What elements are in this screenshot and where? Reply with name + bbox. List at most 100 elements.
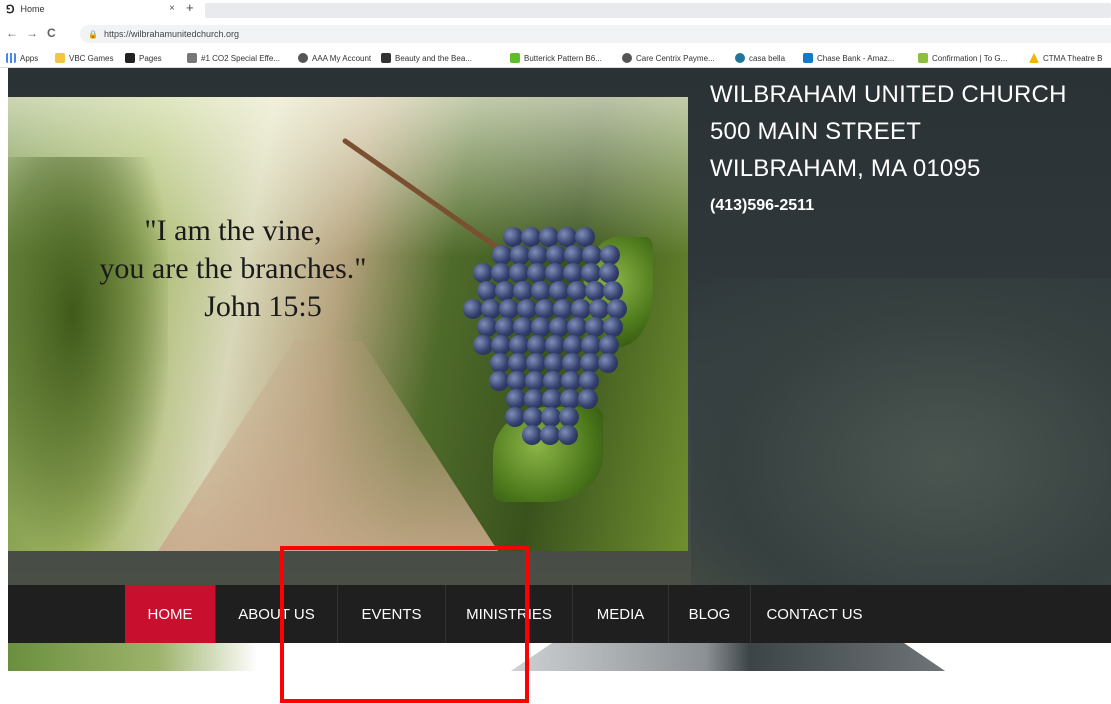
grape-berry [509, 263, 529, 283]
grape-berry [564, 245, 584, 265]
bookmark-aaa[interactable]: AAA My Account [298, 51, 371, 65]
page-content-preview [8, 643, 1111, 704]
grape-berry [540, 425, 560, 445]
grape-berry [524, 389, 544, 409]
bookmark-label: Chase Bank - Amaz... [817, 53, 895, 63]
grape-berry [526, 353, 546, 373]
quote-line-2: you are the branches." [99, 252, 367, 285]
grape-berry [527, 335, 547, 355]
grape-berry [560, 389, 580, 409]
banner-path [158, 341, 498, 551]
grape-berry [549, 281, 569, 301]
grape-berry [558, 425, 578, 445]
grape-berry [539, 227, 559, 247]
grape-berry [499, 299, 519, 319]
grape-berry [553, 299, 573, 319]
forward-arrow-icon[interactable]: → [26, 26, 38, 40]
nav-contact-us[interactable]: CONTACT US [751, 585, 878, 643]
grape-berry [563, 335, 583, 355]
bookmark-label: casa bella [749, 53, 786, 63]
globe-icon [622, 53, 632, 63]
grape-berry [544, 353, 564, 373]
bookmark-chase[interactable]: Chase Bank - Amaz... [803, 51, 894, 65]
grape-berry [477, 281, 497, 301]
church-name: WILBRAHAM UNITED CHURCH [710, 81, 1067, 108]
hero-section: "I am the vine, you are the branches." J… [8, 68, 1111, 585]
scripture-quote: "I am the vine, you are the branches." J… [68, 212, 398, 326]
grape-berry [599, 263, 619, 283]
grape-berry [578, 389, 598, 409]
grape-berry [545, 335, 565, 355]
quote-reference: John 15:5 [204, 290, 322, 323]
bookmark-label: Care Centrix Payme... [636, 53, 715, 63]
grape-berry [546, 245, 566, 265]
grape-berry [607, 299, 627, 319]
grape-berry [579, 371, 599, 391]
grape-berry [522, 425, 542, 445]
pages-icon [125, 53, 135, 63]
grape-berry [495, 317, 515, 337]
tab-close-icon[interactable]: × [169, 3, 175, 14]
grape-berry [495, 281, 515, 301]
bookmark-casa-bella[interactable]: casa bella [735, 51, 785, 65]
grape-berry [603, 281, 623, 301]
grape-berry [463, 299, 483, 319]
bookmark-vbc-games[interactable]: VBC Games [55, 51, 113, 65]
bookmark-pages[interactable]: Pages [125, 51, 162, 65]
bookmark-ctma[interactable]: CTMA Theatre B [1029, 51, 1102, 65]
lock-icon: 🔒 [88, 29, 98, 39]
nav-home[interactable]: HOME [125, 585, 216, 643]
grape-berry [473, 335, 493, 355]
grape-berry [582, 245, 602, 265]
address-bar: ← → C 🔒 https://wilbrahamunitedchurch.or… [0, 22, 1111, 46]
grape-berry [563, 263, 583, 283]
grape-berry [542, 389, 562, 409]
bookmark-co2-effects[interactable]: #1 CO2 Special Effe... [187, 51, 280, 65]
bookmark-label: Pages [139, 53, 162, 63]
bookmark-label: Beauty and the Bea... [395, 53, 472, 63]
url-field[interactable]: 🔒 https://wilbrahamunitedchurch.org [80, 25, 1111, 43]
bookmark-label: Butterick Pattern B6... [524, 53, 602, 63]
grape-berry [492, 245, 512, 265]
grape-berry [571, 299, 591, 319]
grape-berry [517, 299, 537, 319]
grape-berry [541, 407, 561, 427]
web-page: "I am the vine, you are the branches." J… [8, 68, 1111, 704]
wordpress-icon [735, 53, 745, 63]
reload-icon[interactable]: C [47, 26, 56, 40]
main-navigation: HOME ABOUT US EVENTS MINISTRIES MEDIA BL… [8, 585, 1111, 643]
bookmark-label: #1 CO2 Special Effe... [201, 53, 281, 63]
grape-berry [473, 263, 493, 283]
bookmark-confirmation[interactable]: Confirmation | To G... [918, 51, 1007, 65]
church-city: WILBRAHAM, MA 01095 [710, 155, 981, 182]
bookmark-label: VBC Games [69, 53, 114, 63]
bookmark-apps[interactable]: Apps [6, 51, 38, 65]
grape-berry [481, 299, 501, 319]
grape-berry [531, 317, 551, 337]
grape-berry [508, 353, 528, 373]
bookmark-butterick[interactable]: Butterick Pattern B6... [510, 51, 602, 65]
grape-berry [600, 245, 620, 265]
grape-berry [491, 263, 511, 283]
grape-berry [575, 227, 595, 247]
drive-icon [1029, 53, 1039, 63]
grape-berry [506, 389, 526, 409]
grape-berry [513, 281, 533, 301]
church-phone[interactable]: (413)596-2511 [710, 197, 1110, 215]
bookmarks-bar: Apps VBC Games Pages #1 CO2 Special Effe… [0, 48, 1111, 68]
grape-berry [525, 371, 545, 391]
browser-tab-home[interactable]: ⅁ Home × [0, 0, 175, 18]
bookmark-label: AAA My Account [312, 53, 372, 63]
nav-blog[interactable]: BLOG [669, 585, 751, 643]
grape-berry [585, 281, 605, 301]
bookmark-label: Confirmation | To G... [932, 53, 1008, 63]
back-arrow-icon[interactable]: ← [6, 26, 18, 40]
grape-berry [513, 317, 533, 337]
church-contact-block: WILBRAHAM UNITED CHURCH 500 MAIN STREET … [710, 76, 1110, 215]
new-tab-button[interactable]: + [186, 0, 194, 16]
bookmark-beauty-beast[interactable]: Beauty and the Bea... [381, 51, 472, 65]
bookmark-care-centrix[interactable]: Care Centrix Payme... [622, 51, 715, 65]
nav-media[interactable]: MEDIA [573, 585, 669, 643]
grape-berry [589, 299, 609, 319]
grape-berry [507, 371, 527, 391]
